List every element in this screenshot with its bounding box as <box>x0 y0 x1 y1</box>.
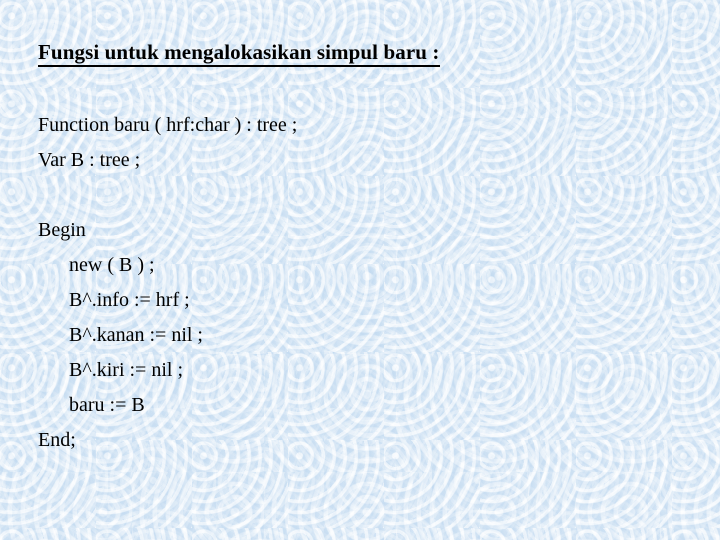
code-line: Begin <box>38 219 86 241</box>
code-line: End; <box>38 429 76 451</box>
slide: Fungsi untuk mengalokasikan simpul baru … <box>0 0 720 540</box>
code-line: new ( B ) ; <box>69 254 155 276</box>
code-line: Function baru ( hrf:char ) : tree ; <box>38 114 298 136</box>
slide-content: Fungsi untuk mengalokasikan simpul baru … <box>0 0 720 540</box>
code-block: Function baru ( hrf:char ) : tree ; Var B… <box>38 108 297 458</box>
code-line: B^.kiri := nil ; <box>69 359 184 381</box>
code-line: B^.kanan := nil ; <box>69 324 203 346</box>
code-line: baru := B <box>69 394 145 416</box>
code-line: B^.info := hrf ; <box>69 289 190 311</box>
code-line: Var B : tree ; <box>38 149 141 171</box>
page-title: Fungsi untuk mengalokasikan simpul baru … <box>38 41 440 68</box>
